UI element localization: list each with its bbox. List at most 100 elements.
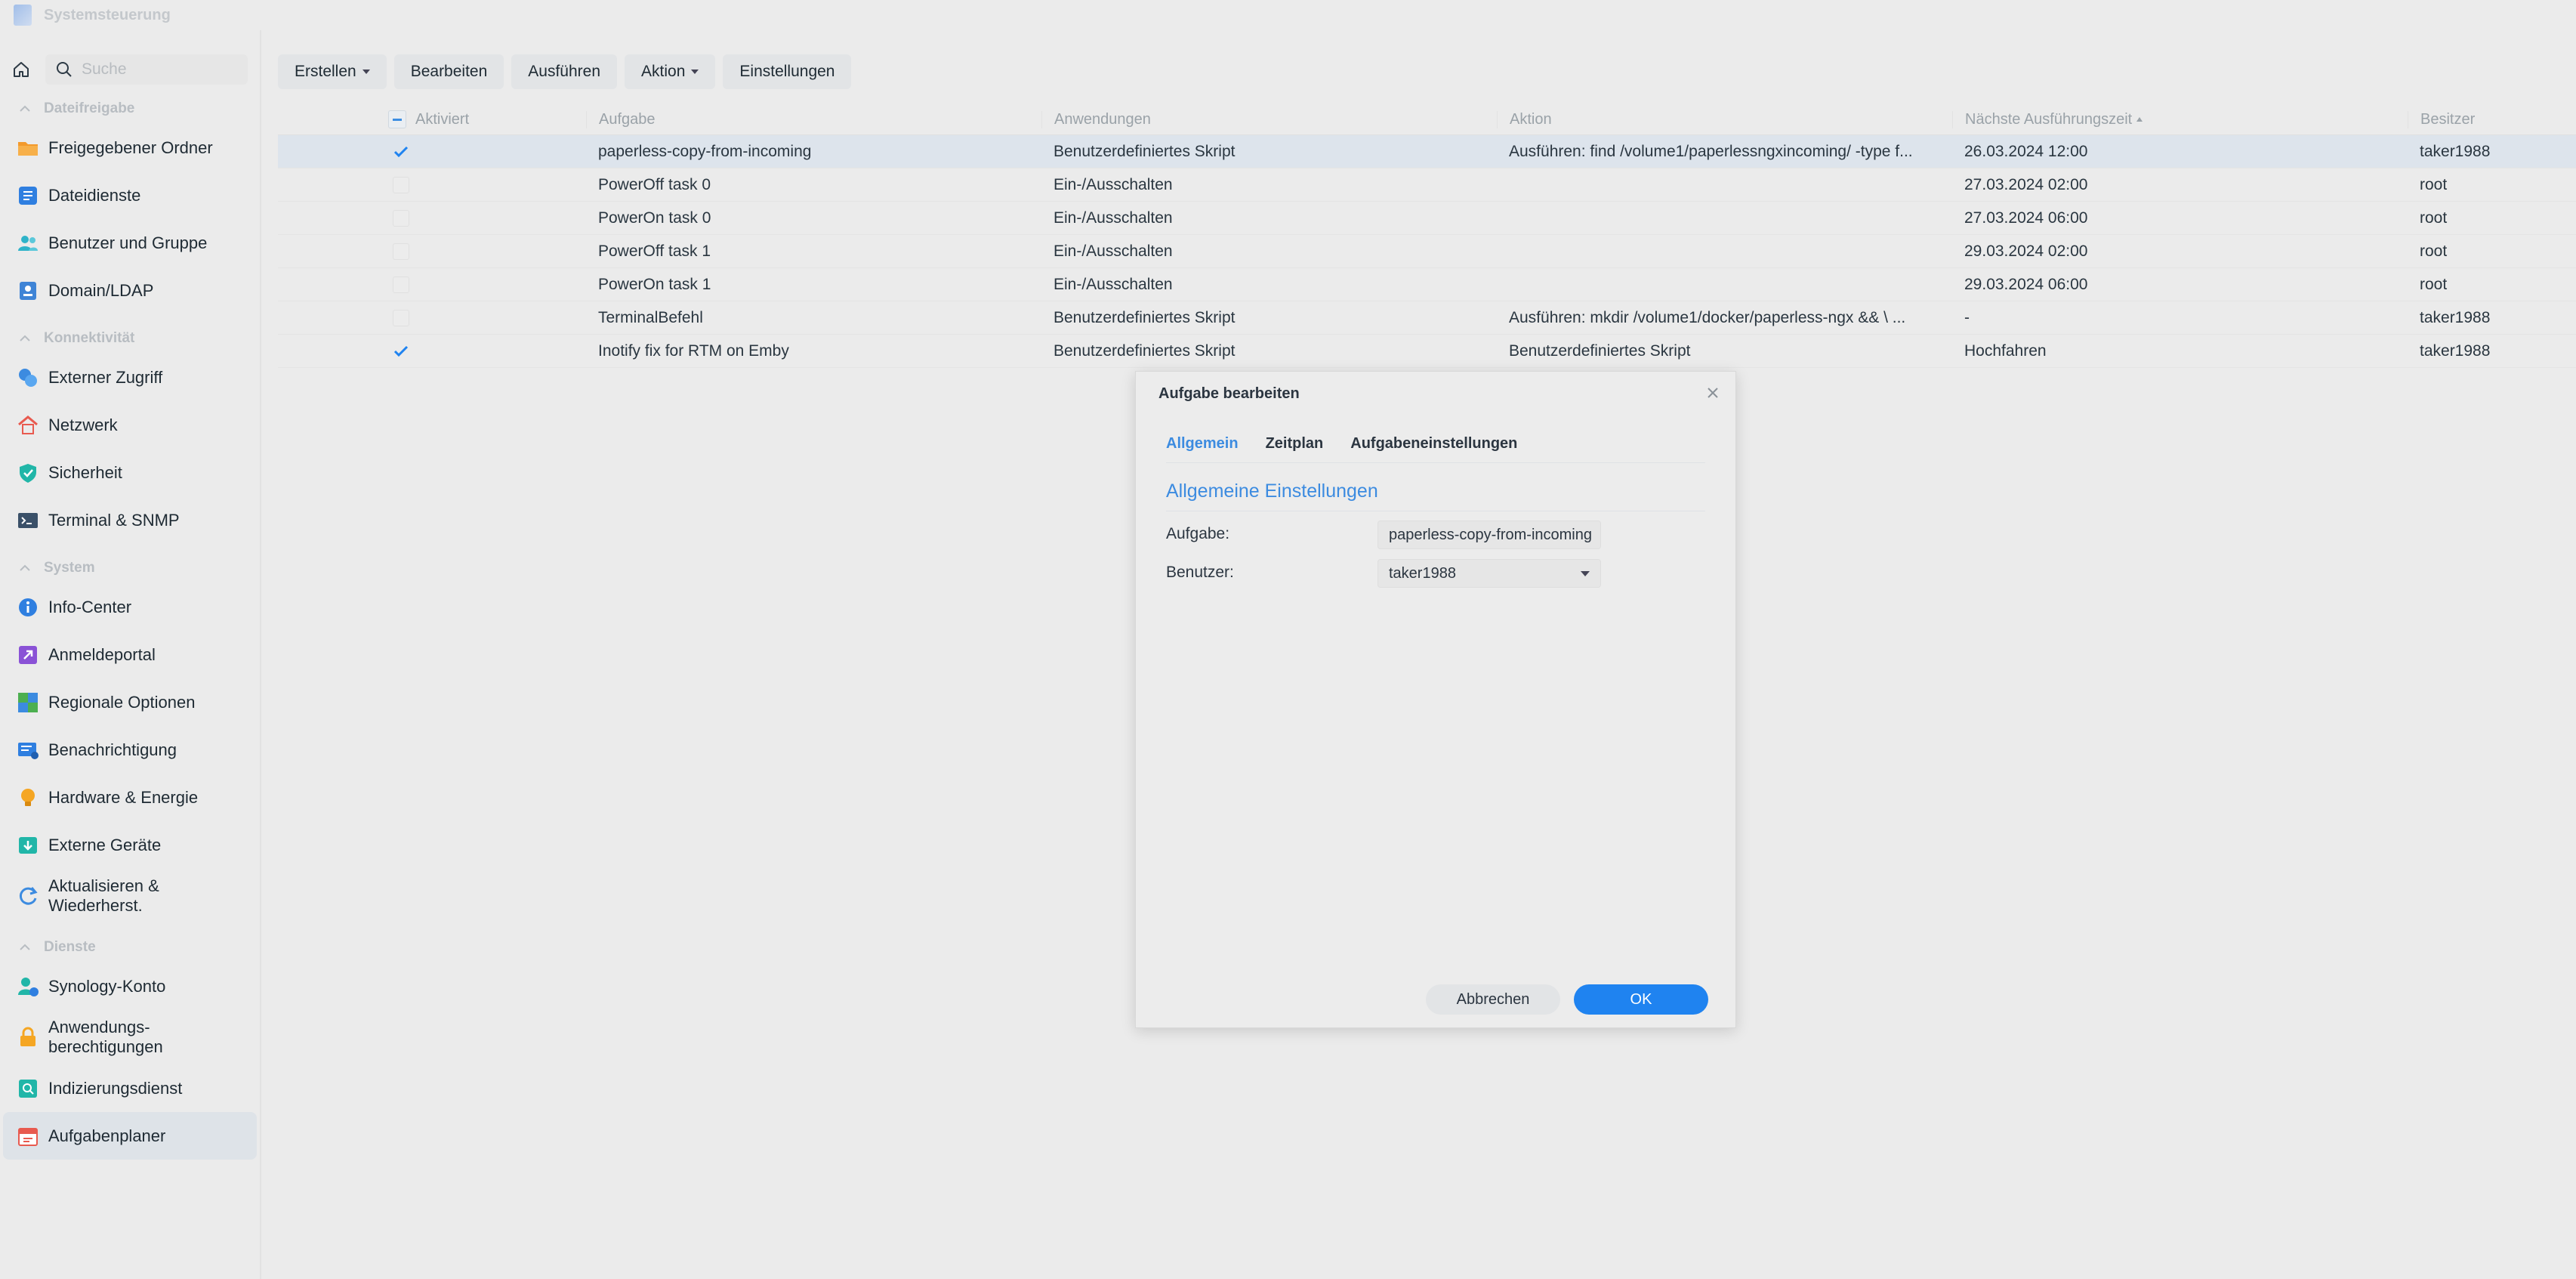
domain-icon: [17, 280, 39, 302]
col-header-enabled-label: Aktiviert: [415, 110, 470, 128]
table-row[interactable]: PowerOn task 1 Ein-/Ausschalten 29.03.2024…: [278, 268, 2576, 301]
edit-button[interactable]: Bearbeiten: [393, 54, 504, 89]
checkbox-checked[interactable]: [393, 144, 409, 160]
login-portal-icon: [17, 644, 39, 666]
section-header-connectivity[interactable]: Konnektivität: [0, 323, 260, 354]
sidebar-item-users[interactable]: Benutzer und Gruppe: [0, 219, 260, 267]
select-all-checkbox[interactable]: [388, 110, 406, 128]
sidebar-item-external-access[interactable]: Externer Zugriff: [0, 354, 260, 401]
checkbox-unchecked[interactable]: [393, 276, 409, 293]
sidebar-item-terminal-snmp[interactable]: Terminal & SNMP: [0, 496, 260, 544]
sidebar-item-file-services[interactable]: Dateidienste: [0, 171, 260, 219]
col-header-applications[interactable]: Anwendungen: [1041, 110, 1497, 128]
section-header-system[interactable]: System: [0, 553, 260, 583]
user-label: Benutzer:: [1166, 564, 1234, 581]
cell-applications: Ein-/Ausschalten: [1054, 242, 1173, 260]
sidebar-item-network[interactable]: Netzwerk: [0, 401, 260, 449]
sidebar-item-login-portal[interactable]: Anmeldeportal: [0, 631, 260, 678]
info-icon: [17, 596, 39, 619]
checkbox-checked[interactable]: [393, 343, 409, 360]
task-name-field[interactable]: [1377, 521, 1601, 549]
checkmark-icon: [393, 146, 409, 157]
external-devices-icon: [17, 834, 39, 857]
table-row[interactable]: Inotify fix for RTM on Emby Benutzerdefin…: [278, 335, 2576, 368]
create-button[interactable]: Erstellen: [278, 54, 387, 89]
task-name-input[interactable]: [1378, 525, 1600, 545]
users-icon: [17, 232, 39, 255]
cell-applications: Ein-/Ausschalten: [1054, 275, 1173, 293]
sidebar-item-task-scheduler[interactable]: Aufgabenplaner: [3, 1112, 257, 1160]
table-row[interactable]: PowerOn task 0 Ein-/Ausschalten 27.03.2024…: [278, 202, 2576, 235]
col-header-enabled[interactable]: Aktiviert: [278, 110, 586, 128]
sort-ascending-icon: [2136, 117, 2143, 122]
chevron-up-icon: [20, 105, 30, 112]
tab-schedule[interactable]: Zeitplan: [1266, 435, 1324, 462]
edit-button-label: Bearbeiten: [410, 63, 488, 80]
checkbox-unchecked[interactable]: [393, 209, 409, 227]
home-button[interactable]: [6, 54, 36, 85]
ok-button[interactable]: OK: [1574, 984, 1708, 1015]
sidebar-item-hardware-energy[interactable]: Hardware & Energie: [0, 774, 260, 821]
window-titlebar: Systemsteuerung: [0, 0, 2576, 30]
search-box[interactable]: [45, 54, 248, 85]
sidebar-item-shared-folder[interactable]: Freigegebener Ordner: [0, 124, 260, 171]
cell-owner: root: [2420, 175, 2448, 193]
sidebar-item-external-devices[interactable]: Externe Geräte: [0, 821, 260, 869]
sidebar-item-regional-options[interactable]: Regionale Optionen: [0, 678, 260, 726]
table-row[interactable]: PowerOff task 0 Ein-/Ausschalten 27.03.202…: [278, 168, 2576, 202]
sidebar-item-app-privileges[interactable]: Anwendungs-berechtigungen: [0, 1010, 260, 1064]
col-header-next-run[interactable]: Nächste Ausführungszeit: [1952, 110, 2408, 128]
sidebar-item-label: Synology-Konto: [48, 976, 166, 996]
table-row[interactable]: TerminalBefehl Benutzerdefiniertes Skript…: [278, 301, 2576, 335]
update-restore-icon: [17, 885, 39, 907]
checkbox-unchecked[interactable]: [393, 309, 409, 326]
col-header-owner[interactable]: Besitzer: [2408, 110, 2576, 128]
sidebar-item-notification[interactable]: Benachrichtigung: [0, 726, 260, 774]
sidebar-item-info-center[interactable]: Info-Center: [0, 583, 260, 631]
checkbox-unchecked[interactable]: [393, 243, 409, 260]
sidebar-item-label: Hardware & Energie: [48, 787, 199, 807]
sidebar-item-label: Anwendungs-berechtigungen: [48, 1018, 163, 1057]
settings-button-label: Einstellungen: [739, 63, 835, 80]
col-header-action[interactable]: Aktion: [1497, 110, 1952, 128]
sidebar-item-synology-account[interactable]: Synology-Konto: [0, 962, 260, 1010]
section-header-services[interactable]: Dienste: [0, 932, 260, 962]
checkbox-unchecked[interactable]: [393, 176, 409, 193]
sidebar-item-label: Terminal & SNMP: [48, 510, 180, 530]
shared-folder-icon: [17, 137, 39, 159]
dialog-close-button[interactable]: [1704, 384, 1722, 402]
action-button[interactable]: Aktion: [625, 54, 716, 89]
hardware-energy-icon: [17, 786, 39, 809]
search-input[interactable]: [80, 60, 234, 79]
caret-down-icon: [691, 70, 699, 74]
sidebar-item-label: Indizierungsdienst: [48, 1078, 183, 1098]
cell-next-run: 29.03.2024 02:00: [1964, 242, 2088, 260]
cell-enabled: [278, 176, 586, 193]
sidebar-item-update-restore[interactable]: Aktualisieren & Wiederherst.: [0, 869, 260, 923]
user-select[interactable]: taker1988: [1377, 559, 1601, 588]
table-row[interactable]: paperless-copy-from-incoming Benutzerdefi…: [278, 135, 2576, 168]
cell-applications: Ein-/Ausschalten: [1054, 209, 1173, 227]
col-header-next-run-label: Nächste Ausführungszeit: [1965, 110, 2133, 128]
section-header-file-sharing[interactable]: Dateifreigabe: [0, 94, 260, 124]
col-header-task[interactable]: Aufgabe: [586, 110, 1041, 128]
sidebar-item-indexing[interactable]: Indizierungsdienst: [0, 1064, 260, 1112]
tab-general[interactable]: Allgemein: [1166, 435, 1239, 462]
cell-applications: Benutzerdefiniertes Skript: [1054, 308, 1236, 326]
sidebar-item-domain-ldap[interactable]: Domain/LDAP: [0, 267, 260, 314]
table-row[interactable]: PowerOff task 1 Ein-/Ausschalten 29.03.202…: [278, 235, 2576, 268]
table-header: Aktiviert Aufgabe Anwendungen Aktion Näc…: [278, 104, 2576, 135]
cell-applications: Ein-/Ausschalten: [1054, 175, 1173, 193]
edit-task-dialog: Aufgabe bearbeiten Allgemein Zeitplan Au…: [1135, 371, 1736, 1028]
cell-owner: root: [2420, 275, 2448, 293]
settings-button[interactable]: Einstellungen: [723, 54, 852, 89]
indexing-icon: [17, 1077, 39, 1100]
cell-next-run: -: [1964, 308, 1970, 326]
cancel-button[interactable]: Abbrechen: [1426, 984, 1560, 1015]
sidebar-item-security[interactable]: Sicherheit: [0, 449, 260, 496]
cell-task: PowerOn task 1: [598, 275, 711, 293]
sidebar-item-label: Benutzer und Gruppe: [48, 233, 208, 252]
tab-task-settings[interactable]: Aufgabeneinstellungen: [1350, 435, 1517, 462]
sidebar-item-label: Aktualisieren & Wiederherst.: [48, 876, 159, 916]
run-button[interactable]: Ausführen: [511, 54, 618, 89]
